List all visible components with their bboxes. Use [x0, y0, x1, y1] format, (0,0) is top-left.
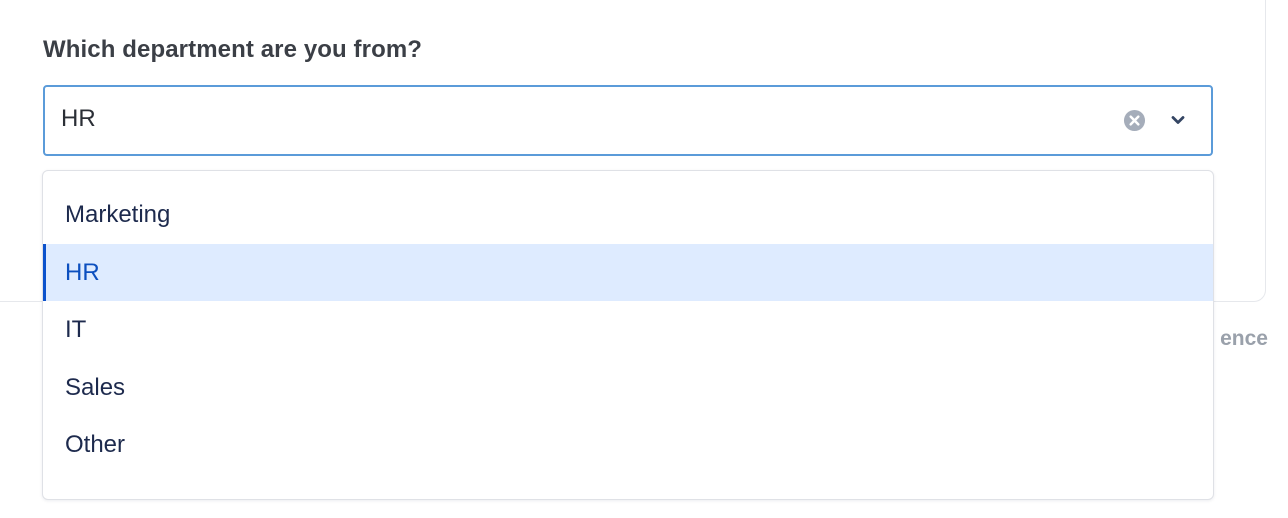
selected-value: HR: [61, 105, 96, 132]
options-list: Marketing HR IT Sales Other: [43, 186, 1213, 474]
field-label: Which department are you from?: [43, 36, 423, 63]
chevron-down-icon[interactable]: [1169, 111, 1187, 129]
dropdown-menu: Marketing HR IT Sales Other: [42, 170, 1214, 500]
clear-circle-icon[interactable]: [1123, 109, 1146, 132]
department-select[interactable]: HR: [43, 85, 1213, 156]
option-sales[interactable]: Sales: [43, 359, 1213, 417]
option-other[interactable]: Other: [43, 416, 1213, 474]
option-it[interactable]: IT: [43, 301, 1213, 359]
page: ence Which department are you from? HR M…: [0, 0, 1288, 518]
option-hr[interactable]: HR: [43, 243, 1213, 301]
option-marketing[interactable]: Marketing: [43, 186, 1213, 244]
